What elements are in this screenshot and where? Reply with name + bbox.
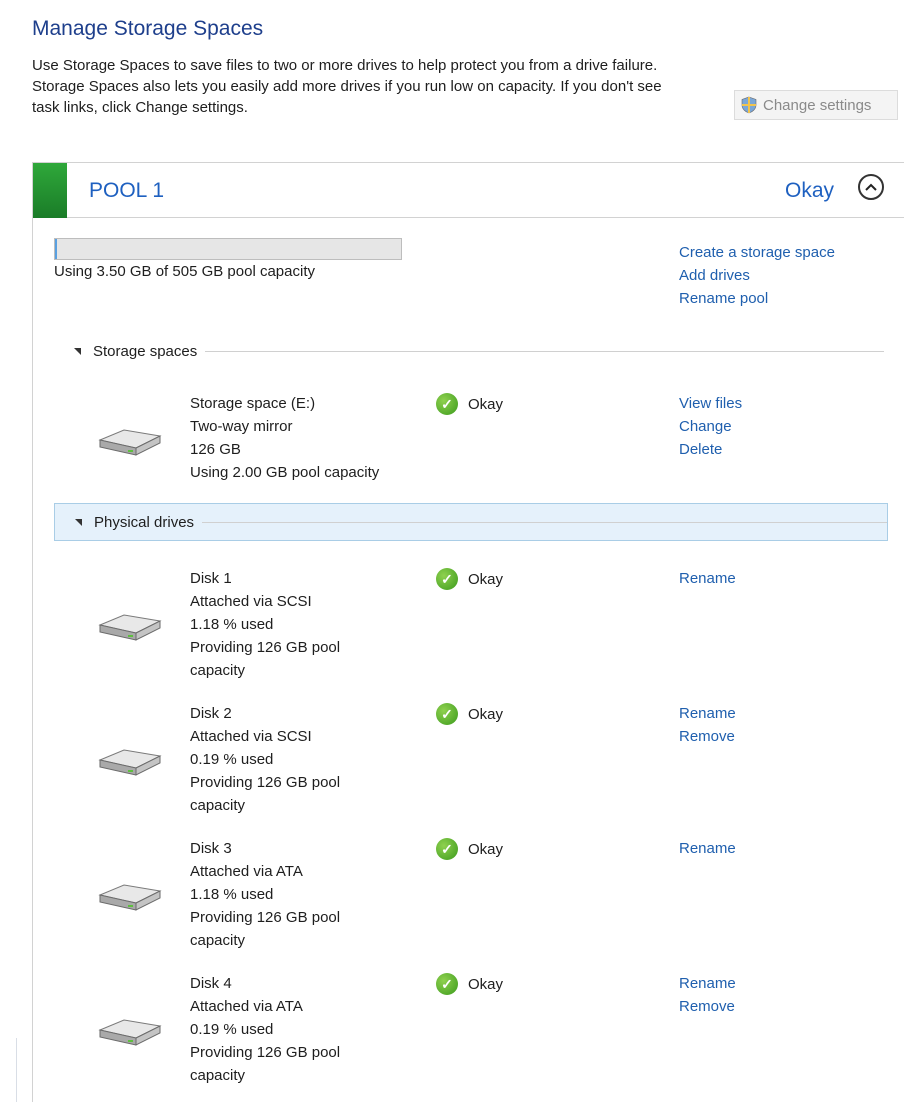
shield-icon: [741, 96, 757, 114]
remove-disk-link[interactable]: Remove: [679, 995, 736, 1018]
disk-attached: Attached via ATA: [190, 998, 303, 1015]
hard-drive-icon: [98, 884, 162, 911]
section-title: Storage spaces: [93, 342, 198, 360]
add-drives-link[interactable]: Add drives: [679, 264, 835, 287]
rename-disk-link[interactable]: Rename: [679, 837, 736, 860]
change-settings-button[interactable]: Change settings: [734, 90, 898, 120]
disk-name: Disk 3: [190, 840, 232, 857]
disk-providing-cont: capacity: [190, 1067, 246, 1084]
status-text: Okay: [468, 705, 504, 723]
hard-drive-icon: [98, 1019, 162, 1046]
pool-task-links: Create a storage space Add drives Rename…: [679, 241, 835, 310]
disk-used: 1.18 % used: [190, 616, 274, 633]
left-pane-edge: [16, 1038, 17, 1102]
hard-drive-icon: [98, 429, 162, 456]
pool-color-bar: [33, 163, 67, 218]
disk-providing-cont: capacity: [190, 662, 246, 679]
pool-capacity-text: Using 3.50 GB of 505 GB pool capacity: [54, 263, 315, 280]
status-text: Okay: [468, 840, 504, 858]
rename-disk-link[interactable]: Rename: [679, 567, 736, 590]
disk-1-links: Rename: [679, 567, 736, 590]
storage-space-size: 126 GB: [190, 441, 241, 458]
section-divider: [205, 350, 884, 352]
disk-providing: Providing 126 GB pool: [190, 639, 341, 656]
section-divider: [202, 521, 887, 523]
hard-drive-icon: [98, 614, 162, 641]
disk-3-links: Rename: [679, 837, 736, 860]
collapse-button[interactable]: [858, 174, 884, 200]
disk-2-status: ✓ Okay: [436, 703, 503, 725]
disk-providing: Providing 126 GB pool: [190, 1044, 341, 1061]
create-storage-space-link[interactable]: Create a storage space: [679, 241, 835, 264]
page-description: Use Storage Spaces to save files to two …: [32, 57, 662, 116]
hard-drive-icon: [98, 749, 162, 776]
storage-space-details: Storage space (E:) Two-way mirror 126 GB…: [190, 392, 379, 484]
disk-4-icon: [94, 1000, 164, 1055]
storage-spaces-section-header[interactable]: Storage spaces: [54, 339, 884, 363]
disk-providing-cont: capacity: [190, 932, 246, 949]
disk-1-status: ✓ Okay: [436, 568, 503, 590]
disk-4-links: Rename Remove: [679, 972, 736, 1018]
disk-4-status: ✓ Okay: [436, 973, 503, 995]
storage-space-name: Storage space (E:): [190, 395, 316, 412]
rename-disk-link[interactable]: Rename: [679, 972, 736, 995]
change-link[interactable]: Change: [679, 415, 742, 438]
pool-capacity-bar: [54, 238, 402, 260]
rename-pool-link[interactable]: Rename pool: [679, 287, 835, 310]
disk-3-icon: [94, 865, 164, 920]
disk-providing-cont: capacity: [190, 797, 246, 814]
disk-used: 0.19 % used: [190, 751, 274, 768]
check-circle-icon: ✓: [436, 973, 458, 995]
rename-disk-link[interactable]: Rename: [679, 702, 736, 725]
disk-4-details: Disk 4 Attached via ATA 0.19 % used Prov…: [190, 972, 340, 1087]
disk-name: Disk 2: [190, 705, 232, 722]
disk-3-status: ✓ Okay: [436, 838, 503, 860]
pool-status: Okay: [785, 179, 835, 202]
page-title: Manage Storage Spaces: [32, 17, 264, 40]
delete-link[interactable]: Delete: [679, 438, 742, 461]
disk-name: Disk 1: [190, 570, 232, 587]
storage-space-status: ✓ Okay: [436, 393, 503, 415]
remove-disk-link[interactable]: Remove: [679, 725, 736, 748]
disk-2-links: Rename Remove: [679, 702, 736, 748]
section-title: Physical drives: [94, 513, 195, 531]
disk-1-icon: [94, 595, 164, 650]
status-text: Okay: [468, 975, 504, 993]
disk-providing: Providing 126 GB pool: [190, 909, 341, 926]
disk-attached: Attached via SCSI: [190, 728, 312, 745]
pool-capacity-fill: [55, 239, 58, 259]
change-settings-label: Change settings: [763, 96, 872, 114]
disk-2-details: Disk 2 Attached via SCSI 0.19 % used Pro…: [190, 702, 340, 817]
chevron-up-icon: [865, 183, 877, 191]
disk-3-details: Disk 3 Attached via ATA 1.18 % used Prov…: [190, 837, 340, 952]
storage-space-type: Two-way mirror: [190, 418, 293, 435]
check-circle-icon: ✓: [436, 838, 458, 860]
storage-space-usage: Using 2.00 GB pool capacity: [190, 464, 380, 481]
collapse-triangle-icon: [74, 347, 81, 355]
check-circle-icon: ✓: [436, 568, 458, 590]
pool-name: POOL 1: [89, 179, 165, 202]
physical-drives-section-header[interactable]: Physical drives: [54, 503, 888, 541]
check-circle-icon: ✓: [436, 393, 458, 415]
status-text: Okay: [468, 570, 504, 588]
disk-attached: Attached via ATA: [190, 863, 303, 880]
disk-1-details: Disk 1 Attached via SCSI 1.18 % used Pro…: [190, 567, 340, 682]
check-circle-icon: ✓: [436, 703, 458, 725]
storage-space-drive-icon: [94, 410, 164, 465]
disk-used: 1.18 % used: [190, 886, 274, 903]
disk-2-icon: [94, 730, 164, 785]
disk-name: Disk 4: [190, 975, 232, 992]
storage-space-links: View files Change Delete: [679, 392, 742, 461]
status-text: Okay: [468, 395, 504, 413]
disk-used: 0.19 % used: [190, 1021, 274, 1038]
view-files-link[interactable]: View files: [679, 392, 742, 415]
disk-attached: Attached via SCSI: [190, 593, 312, 610]
collapse-triangle-icon: [75, 518, 82, 526]
disk-providing: Providing 126 GB pool: [190, 774, 341, 791]
